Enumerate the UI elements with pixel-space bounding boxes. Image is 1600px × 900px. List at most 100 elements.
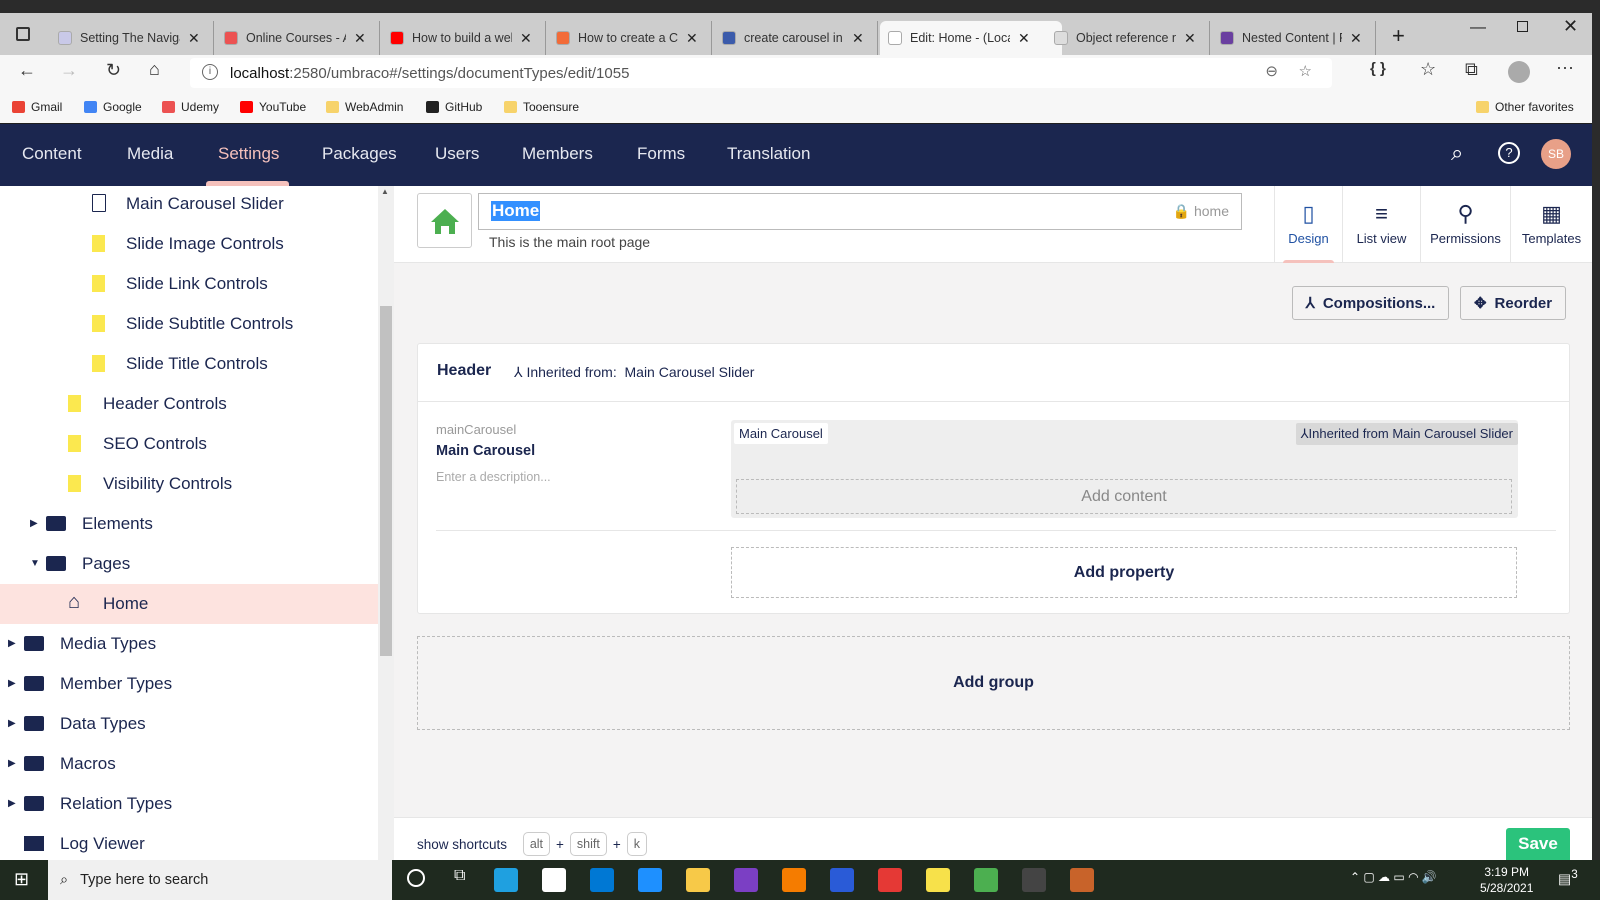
nav-item-settings[interactable]: Settings: [218, 144, 279, 164]
doctype-name-input[interactable]: Home 🔒 home: [478, 193, 1242, 230]
compositions-button[interactable]: ⅄ Compositions...: [1292, 286, 1449, 320]
property-editor-preview[interactable]: Main Carousel ⅄Inherited from Main Carou…: [731, 420, 1518, 518]
caret-right-icon[interactable]: ▶: [30, 518, 38, 529]
help-icon[interactable]: ?: [1498, 142, 1520, 164]
bookmark-item[interactable]: YouTube: [240, 100, 306, 114]
taskbar-clock[interactable]: 3:19 PM 5/28/2021: [1480, 864, 1533, 896]
close-tab-icon[interactable]: ✕: [354, 30, 366, 47]
view-tab-templates[interactable]: ▦ Templates: [1510, 186, 1592, 263]
home-icon[interactable]: ⌂: [149, 59, 160, 80]
back-icon[interactable]: ←: [18, 60, 36, 81]
browser-tab[interactable]: Nested Content | Perplex ✕: [1212, 21, 1376, 55]
bookmark-item[interactable]: Tooensure: [504, 100, 579, 114]
tree-item[interactable]: ▶ Elements: [0, 504, 378, 544]
close-window-button[interactable]: ✕: [1563, 16, 1578, 37]
caret-right-icon[interactable]: ▶: [8, 798, 16, 809]
edge-taskbar-icon[interactable]: [494, 868, 518, 892]
close-tab-icon[interactable]: ✕: [1184, 30, 1196, 47]
cloud-app-taskbar-icon[interactable]: [1070, 868, 1094, 892]
forward-icon[interactable]: →: [60, 60, 78, 81]
minimize-button[interactable]: —: [1470, 19, 1486, 37]
close-tab-icon[interactable]: ✕: [1350, 30, 1362, 47]
nav-item-members[interactable]: Members: [522, 144, 593, 164]
windows-start-icon[interactable]: ⊞: [14, 869, 29, 890]
office-taskbar-icon[interactable]: [878, 868, 902, 892]
obs-taskbar-icon[interactable]: [1022, 868, 1046, 892]
tree-item[interactable]: ▼ Pages: [0, 544, 378, 584]
vscode-taskbar-icon[interactable]: [590, 868, 614, 892]
explorer-taskbar-icon[interactable]: [686, 868, 710, 892]
close-tab-icon[interactable]: ✕: [520, 30, 532, 47]
close-tab-icon[interactable]: ✕: [686, 30, 698, 47]
tree-item[interactable]: ▶ Data Types: [0, 704, 378, 744]
devtools-icon[interactable]: { }: [1370, 60, 1386, 77]
task-view-icon[interactable]: ⧉: [454, 867, 465, 885]
browser-tab[interactable]: Setting The Navigation ✕: [50, 21, 214, 55]
new-tab-button[interactable]: +: [1392, 23, 1405, 49]
browser-tab[interactable]: Online Courses - Anytime ✕: [216, 21, 380, 55]
network-tool-taskbar-icon[interactable]: [974, 868, 998, 892]
tree-item[interactable]: Header Controls: [0, 384, 378, 424]
close-tab-icon[interactable]: ✕: [852, 30, 864, 47]
store-taskbar-icon[interactable]: [542, 868, 566, 892]
user-avatar[interactable]: SB: [1541, 139, 1571, 169]
caret-right-icon[interactable]: ▶: [8, 718, 16, 729]
caret-right-icon[interactable]: ▶: [8, 758, 16, 769]
maximize-button[interactable]: [1517, 21, 1528, 32]
tab-actions-icon[interactable]: [16, 27, 30, 41]
reorder-button[interactable]: ✥ Reorder: [1460, 286, 1566, 320]
tree-item[interactable]: ▶ Macros: [0, 744, 378, 784]
tree-item[interactable]: Slide Subtitle Controls: [0, 304, 378, 344]
bookmark-other-favorites[interactable]: Other favorites: [1476, 100, 1574, 114]
close-tab-icon[interactable]: ✕: [188, 30, 200, 47]
doctype-description[interactable]: This is the main root page: [489, 234, 650, 250]
tree-item[interactable]: ⌂ Home: [0, 584, 378, 624]
nav-item-translation[interactable]: Translation: [727, 144, 810, 164]
view-tab-list-view[interactable]: ≡ List view: [1342, 186, 1420, 263]
tree-item[interactable]: Slide Link Controls: [0, 264, 378, 304]
add-property-button[interactable]: Add property: [731, 547, 1517, 598]
scrollbar-thumb[interactable]: [380, 306, 392, 656]
browser-tab[interactable]: How to create a Carousel ✕: [548, 21, 712, 55]
add-favorite-icon[interactable]: ☆: [1299, 62, 1312, 80]
collections-icon[interactable]: ⧉: [1465, 59, 1478, 80]
powershell-taskbar-icon[interactable]: [830, 868, 854, 892]
tree-item[interactable]: SEO Controls: [0, 424, 378, 464]
caret-down-icon[interactable]: ▼: [30, 558, 40, 569]
notifications-icon[interactable]: ▤3: [1558, 868, 1578, 888]
caret-right-icon[interactable]: ▶: [8, 678, 16, 689]
add-group-button[interactable]: Add group: [417, 636, 1570, 730]
zoom-out-icon[interactable]: ⊖: [1265, 62, 1278, 80]
bookmark-item[interactable]: GitHub: [426, 100, 482, 114]
nav-item-packages[interactable]: Packages: [322, 144, 397, 164]
tree-item[interactable]: Log Viewer: [0, 824, 378, 860]
browser-tab[interactable]: create carousel in umbraco ✕: [714, 21, 878, 55]
tree-item[interactable]: Slide Title Controls: [0, 344, 378, 384]
db-tool-taskbar-icon[interactable]: [926, 868, 950, 892]
favorites-icon[interactable]: ☆: [1420, 59, 1436, 80]
browser-tab[interactable]: How to build a website ✕: [382, 21, 546, 55]
info-icon[interactable]: i: [202, 64, 218, 80]
tree-item[interactable]: Main Carousel Slider: [0, 186, 378, 224]
doctype-icon-picker[interactable]: [417, 193, 472, 248]
tree-item[interactable]: Slide Image Controls: [0, 224, 378, 264]
alias-field[interactable]: 🔒 home: [1173, 203, 1229, 220]
bookmark-item[interactable]: WebAdmin: [326, 100, 403, 114]
show-shortcuts[interactable]: show shortcuts alt + shift + k: [417, 832, 647, 856]
cortana-icon[interactable]: [407, 869, 425, 887]
tree-item[interactable]: ▶ Member Types: [0, 664, 378, 704]
url-input[interactable]: i localhost:2580/umbraco#/settings/docum…: [190, 58, 1332, 88]
close-tab-icon[interactable]: ✕: [1018, 30, 1030, 47]
taskbar-search[interactable]: ⌕ Type here to search: [48, 860, 392, 900]
system-tray-icons[interactable]: ⌃ ▢ ☁ ▭ ◠ 🔊: [1350, 870, 1437, 884]
bookmark-item[interactable]: Google: [84, 100, 142, 114]
view-tab-permissions[interactable]: ⚲ Permissions: [1420, 186, 1510, 263]
profile-icon[interactable]: [1508, 61, 1530, 83]
save-button[interactable]: Save: [1506, 828, 1570, 860]
blender-taskbar-icon[interactable]: [782, 868, 806, 892]
nav-item-content[interactable]: Content: [22, 144, 82, 164]
tree-item[interactable]: ▶ Media Types: [0, 624, 378, 664]
visual-studio-taskbar-icon[interactable]: [734, 868, 758, 892]
bookmark-item[interactable]: Gmail: [12, 100, 62, 114]
nav-item-users[interactable]: Users: [435, 144, 479, 164]
